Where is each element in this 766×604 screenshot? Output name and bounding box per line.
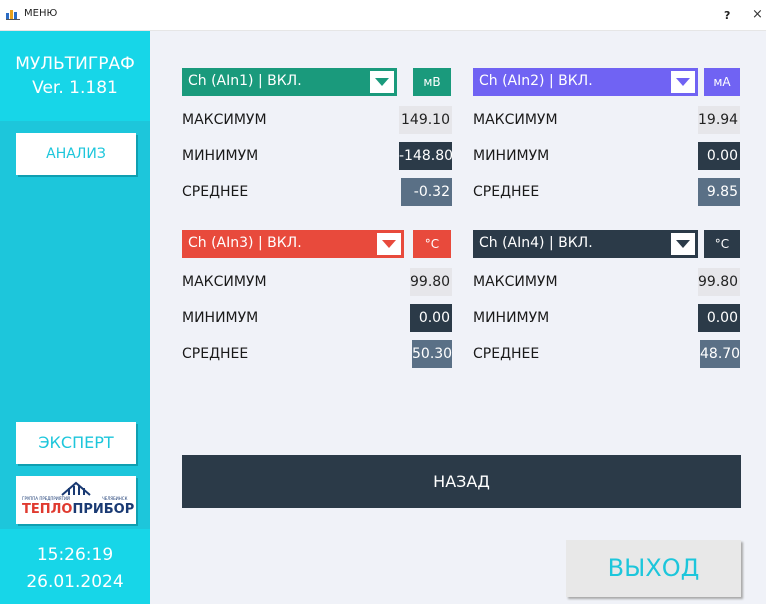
channel-name: Ch (AIn3) | ВКЛ. [188, 235, 302, 251]
avg-label: СРЕДНЕЕ [182, 184, 249, 200]
avg-label: СРЕДНЕЕ [473, 346, 540, 362]
min-label: МИНИМУМ [182, 148, 259, 164]
max-label: МАКСИМУМ [473, 112, 558, 128]
clock-time: 15:26:19 [36, 545, 114, 565]
teplopribor-logo: ГРУППА ПРЕДПРИЯТИЙ ЧЕЛЯБИНСК ТЕПЛОПРИБОР [16, 476, 136, 524]
avg-value: -0.32 [401, 178, 452, 206]
unit-badge: мА [704, 68, 740, 96]
clock-date: 26.01.2024 [26, 572, 124, 592]
chevron-down-icon [676, 240, 690, 248]
logo-wordmark: ТЕПЛОПРИБОР [22, 502, 134, 517]
avg-label: СРЕДНЕЕ [182, 346, 249, 362]
channel-name: Ch (AIn2) | ВКЛ. [479, 73, 593, 89]
min-label: МИНИМУМ [182, 310, 259, 326]
channel-selector-1[interactable]: Ch (AIn1) | ВКЛ. [182, 68, 397, 96]
logo-tagline-right: ЧЕЛЯБИНСК [102, 496, 128, 501]
channel-selector-2[interactable]: Ch (AIn2) | ВКЛ. [473, 68, 698, 96]
logo-word-red: ТЕПЛО [22, 502, 73, 517]
close-button[interactable]: × [752, 7, 763, 22]
max-label: МАКСИМУМ [473, 274, 558, 290]
channel-panel-3: Ch (AIn3) | ВКЛ. °C МАКСИМУМ 99.80 МИНИМ… [182, 230, 452, 380]
max-value: 99.80 [698, 268, 740, 296]
analysis-button[interactable]: АНАЛИЗ [16, 133, 136, 175]
min-value: 0.00 [410, 304, 452, 332]
channel-panel-2: Ch (AIn2) | ВКЛ. мА МАКСИМУМ 19.94 МИНИМ… [473, 68, 743, 218]
dropdown-button[interactable] [377, 233, 401, 255]
window-title: МЕНЮ [24, 8, 58, 19]
max-value: 149.10 [399, 106, 452, 134]
channel-panel-1: Ch (AIn1) | ВКЛ. мВ МАКСИМУМ 149.10 МИНИ… [182, 68, 453, 218]
avg-value: 50.30 [412, 340, 452, 368]
unit-badge: мВ [413, 68, 451, 96]
exit-button[interactable]: ВЫХОД [566, 540, 741, 597]
max-label: МАКСИМУМ [182, 112, 267, 128]
avg-value: 48.70 [700, 340, 740, 368]
min-label: МИНИМУМ [473, 148, 550, 164]
unit-badge: °C [413, 230, 451, 258]
dropdown-button[interactable] [370, 71, 394, 93]
dropdown-button[interactable] [671, 71, 695, 93]
dropdown-button[interactable] [671, 233, 695, 255]
channel-selector-3[interactable]: Ch (AIn3) | ВКЛ. [182, 230, 404, 258]
brand-name: МУЛЬТИГРАФ [15, 54, 135, 74]
min-value: -148.80 [399, 142, 453, 170]
min-label: МИНИМУМ [473, 310, 550, 326]
unit-badge: °C [704, 230, 740, 258]
max-label: МАКСИМУМ [182, 274, 267, 290]
window-title-bar: МЕНЮ ? × [0, 0, 766, 31]
min-value: 0.00 [698, 142, 740, 170]
building-logo-icon [61, 481, 91, 496]
channel-name: Ch (AIn4) | ВКЛ. [479, 235, 593, 251]
channel-panel-4: Ch (AIn4) | ВКЛ. °C МАКСИМУМ 99.80 МИНИМ… [473, 230, 743, 380]
sidebar: МУЛЬТИГРАФ Ver. 1.181 АНАЛИЗ ЭКСПЕРТ ГРУ… [0, 31, 150, 604]
channel-selector-4[interactable]: Ch (AIn4) | ВКЛ. [473, 230, 698, 258]
app-chart-icon [6, 10, 20, 20]
help-button[interactable]: ? [724, 9, 730, 22]
expert-button[interactable]: ЭКСПЕРТ [16, 422, 136, 464]
logo-tagline-left: ГРУППА ПРЕДПРИЯТИЙ [22, 496, 71, 501]
version-label: Ver. 1.181 [32, 78, 118, 98]
avg-value: 9.85 [698, 178, 740, 206]
chevron-down-icon [676, 78, 690, 86]
max-value: 19.94 [698, 106, 740, 134]
chevron-down-icon [382, 240, 396, 248]
clock-panel: 15:26:19 26.01.2024 [0, 529, 150, 604]
logo-word-blue: ПРИБОР [72, 502, 135, 517]
brand-panel: МУЛЬТИГРАФ Ver. 1.181 [0, 31, 150, 121]
channel-name: Ch (AIn1) | ВКЛ. [188, 73, 302, 89]
back-button[interactable]: НАЗАД [182, 455, 741, 508]
avg-label: СРЕДНЕЕ [473, 184, 540, 200]
max-value: 99.80 [410, 268, 452, 296]
min-value: 0.00 [698, 304, 740, 332]
chevron-down-icon [375, 78, 389, 86]
